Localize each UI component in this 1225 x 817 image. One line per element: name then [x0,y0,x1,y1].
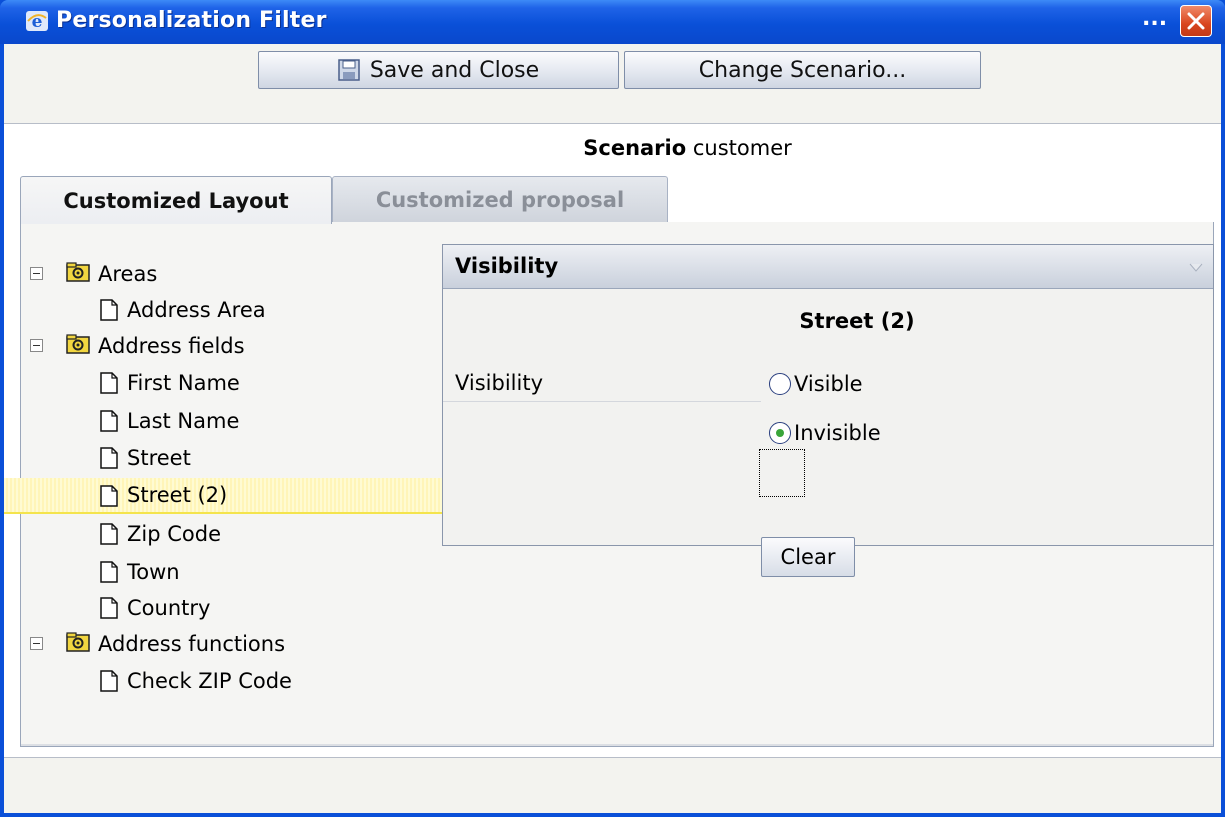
tree-item-label: Address Area [127,298,266,322]
tree-item-label: Last Name [127,409,240,433]
document-icon [100,561,118,583]
status-bar [4,757,1221,813]
tree-item-street-2[interactable]: Street (2) [4,478,444,514]
tab-customized-layout[interactable]: Customized Layout [20,176,332,224]
personalization-filter-window: e Personalization Filter ... Save and Cl… [0,0,1225,817]
tree-item-label: Street (2) [127,483,228,507]
tree-item-address-functions[interactable]: Address functions [30,626,444,662]
radio-invisible-label: Invisible [794,421,881,445]
save-and-close-label: Save and Close [369,57,540,83]
tree-item-address-fields[interactable]: Address fields [30,328,444,364]
label-divider [443,401,761,402]
visibility-label: Visibility [455,371,544,395]
collapse-icon[interactable] [30,267,43,280]
visibility-panel-title: Visibility [455,254,559,278]
collapse-icon[interactable] [30,637,43,650]
tree-item-label: Country [127,596,211,620]
tree-item-areas[interactable]: Areas [30,256,444,292]
tree-item-label: Check ZIP Code [127,669,292,693]
scenario-label: Scenario [583,136,687,160]
radio-visible[interactable]: Visible [769,372,863,396]
window-title: Personalization Filter [56,8,327,33]
selected-field-title: Street (2) [799,309,915,333]
save-icon [338,59,360,81]
visibility-panel: Visibility Street (2) Visibility Visible… [442,244,1214,577]
tree-item-label: Street [127,446,191,470]
title-bar[interactable]: e Personalization Filter ... [0,0,1225,44]
collapse-icon[interactable] [30,339,43,352]
tree-item-label: Zip Code [127,522,221,546]
tree-item-label: Address fields [98,334,245,358]
radio-visible-label: Visible [794,372,863,396]
tree-item-label: Address functions [98,632,286,656]
visibility-panel-header[interactable]: Visibility [443,245,1213,289]
close-icon [1187,12,1205,30]
tree-item-label: Areas [98,262,158,286]
document-icon [100,523,118,545]
radio-button-checked[interactable] [769,422,791,444]
folder-icon [66,632,90,652]
clear-button-label: Clear [780,545,836,569]
title-ellipsis: ... [1142,6,1168,31]
folder-icon [66,262,90,282]
change-scenario-button[interactable]: Change Scenario... [624,51,981,89]
tree-item-zip-code[interactable]: Zip Code [30,516,444,552]
clear-button[interactable]: Clear [761,537,855,577]
focus-indicator [759,449,805,497]
tree-item-address-area[interactable]: Address Area [30,292,444,328]
change-scenario-label: Change Scenario... [698,57,907,83]
toolbar: Save and Close Change Scenario... [4,44,1221,124]
tree-item-country[interactable]: Country [30,590,444,626]
save-and-close-button[interactable]: Save and Close [258,51,619,89]
document-icon [100,299,118,321]
radio-invisible[interactable]: Invisible [769,421,881,445]
tree-item-first-name[interactable]: First Name [30,365,444,401]
tree-item-last-name[interactable]: Last Name [30,403,444,439]
folder-icon [66,334,90,354]
document-icon [100,410,118,432]
dialog-client-area: Save and Close Change Scenario... Scenar… [4,44,1221,813]
scenario-line: Scenario customer [4,136,1221,160]
document-icon [100,447,118,469]
tree-item-town[interactable]: Town [30,554,444,590]
radio-button[interactable] [769,373,791,395]
document-icon [100,485,118,507]
document-icon [100,372,118,394]
close-button[interactable] [1180,5,1212,37]
chevron-down-icon[interactable] [1189,263,1203,272]
tree-item-label: First Name [127,371,240,395]
tree-item-label: Town [127,560,180,584]
tree-item-street[interactable]: Street [30,440,444,476]
document-icon [100,670,118,692]
tree-item-check-zip-code[interactable]: Check ZIP Code [30,663,444,699]
internet-explorer-icon: e [26,11,48,31]
tab-customized-proposal[interactable]: Customized proposal [332,176,668,222]
document-icon [100,597,118,619]
scenario-value: customer [692,136,792,160]
